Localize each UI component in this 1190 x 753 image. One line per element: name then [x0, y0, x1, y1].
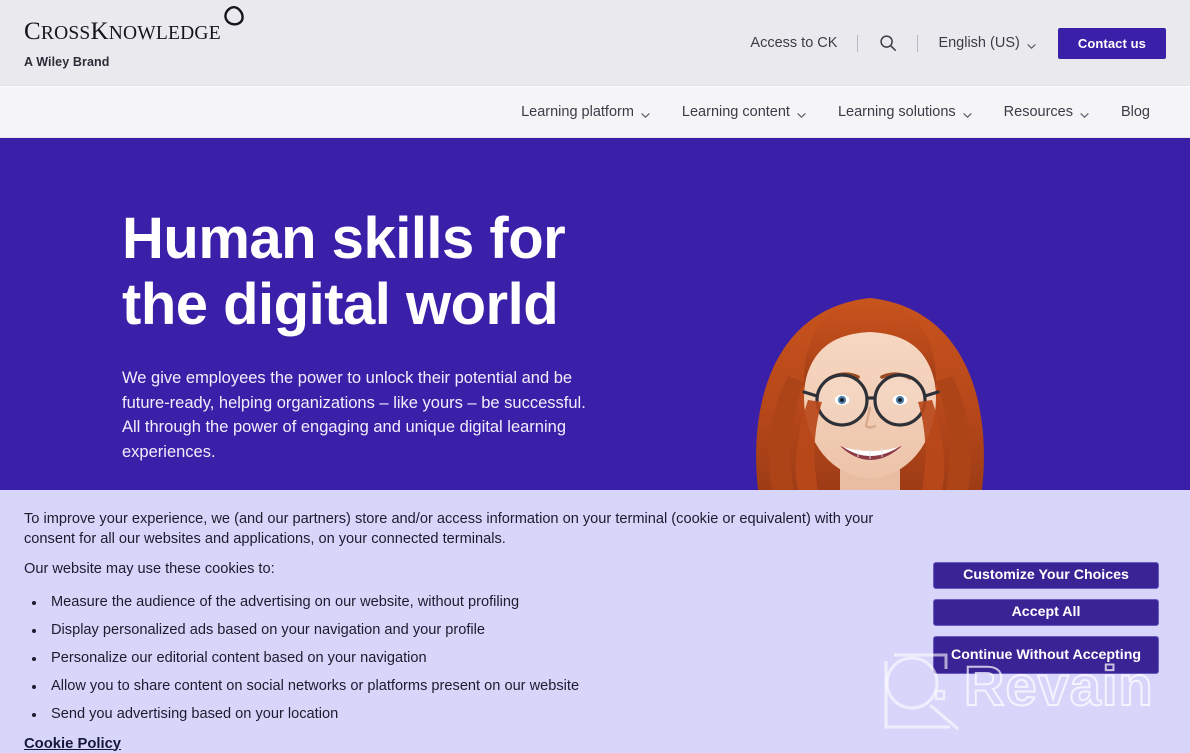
- chevron-down-icon: [963, 108, 972, 118]
- hero-portrait-image: [690, 250, 1050, 490]
- divider: [917, 34, 919, 52]
- access-to-ck-link[interactable]: Access to CK: [750, 35, 837, 51]
- cookie-policy-link[interactable]: Cookie Policy: [24, 736, 121, 752]
- logo-text-nowledge: NOWLEDGE: [108, 23, 221, 44]
- search-icon[interactable]: [878, 34, 897, 53]
- logo-letter-k: K: [90, 18, 109, 45]
- nav-label: Learning platform: [521, 104, 634, 120]
- continue-without-accepting-button[interactable]: Continue Without Accepting: [933, 636, 1159, 674]
- nav-label: Blog: [1120, 104, 1150, 120]
- hero-section: Human skills for the digital world We gi…: [0, 138, 1190, 490]
- cookie-intro-line1: To improve your experience, we (and our …: [24, 511, 874, 547]
- chevron-down-icon: [1027, 39, 1036, 49]
- top-header: CROSSKNOWLEDGE A Wiley Brand Access to C…: [0, 0, 1190, 86]
- cookie-actions: Customize Your Choices Accept All Contin…: [933, 562, 1159, 674]
- cookie-intro-line2: Our website may use these cookies to:: [24, 561, 275, 577]
- cookie-intro-text: To improve your experience, we (and our …: [24, 510, 914, 580]
- logo-tagline: A Wiley Brand: [24, 55, 110, 69]
- nav-label: Resources: [1003, 104, 1073, 120]
- list-item: Send you advertising based on your locat…: [24, 705, 1166, 725]
- logo-letter-c: C: [24, 18, 41, 45]
- nav-item-blog[interactable]: Blog: [1121, 104, 1150, 120]
- contact-us-button[interactable]: Contact us: [1057, 27, 1166, 59]
- customize-your-choices-button[interactable]: Customize Your Choices: [933, 562, 1159, 589]
- main-nav: Learning platform Learning content Learn…: [0, 87, 1190, 138]
- page-root: CROSSKNOWLEDGE A Wiley Brand Access to C…: [0, 0, 1190, 753]
- hero-title-line1: Human skills for: [122, 206, 566, 271]
- cookie-consent-banner: To improve your experience, we (and our …: [0, 490, 1190, 753]
- hero-title-line2: the digital world: [122, 272, 559, 337]
- logo-wordmark: CROSSKNOWLEDGE: [24, 6, 284, 48]
- hero-description: We give employees the power to unlock th…: [122, 369, 586, 461]
- language-label: English (US): [938, 35, 1020, 51]
- rounded-triangle-icon: [220, 4, 247, 30]
- nav-item-learning-solutions[interactable]: Learning solutions: [838, 104, 972, 120]
- nav-label: Learning solutions: [837, 104, 956, 120]
- language-selector[interactable]: English (US): [938, 35, 1036, 51]
- nav-item-learning-content[interactable]: Learning content: [682, 104, 806, 120]
- divider: [857, 34, 859, 52]
- nav-label: Learning content: [681, 104, 790, 120]
- page-title: Human skills for the digital world: [122, 206, 566, 338]
- list-item: Allow you to share content on social net…: [24, 677, 1166, 697]
- nav-item-learning-platform[interactable]: Learning platform: [521, 104, 650, 120]
- chevron-down-icon: [641, 108, 650, 118]
- accept-all-button[interactable]: Accept All: [933, 599, 1159, 626]
- logo-text-ross: ROSS: [40, 23, 91, 44]
- chevron-down-icon: [1080, 108, 1089, 118]
- nav-item-resources[interactable]: Resources: [1004, 104, 1089, 120]
- utility-nav: Access to CK English (US) Contact us: [750, 26, 1166, 60]
- site-logo[interactable]: CROSSKNOWLEDGE A Wiley Brand: [24, 6, 284, 72]
- chevron-down-icon: [797, 108, 806, 118]
